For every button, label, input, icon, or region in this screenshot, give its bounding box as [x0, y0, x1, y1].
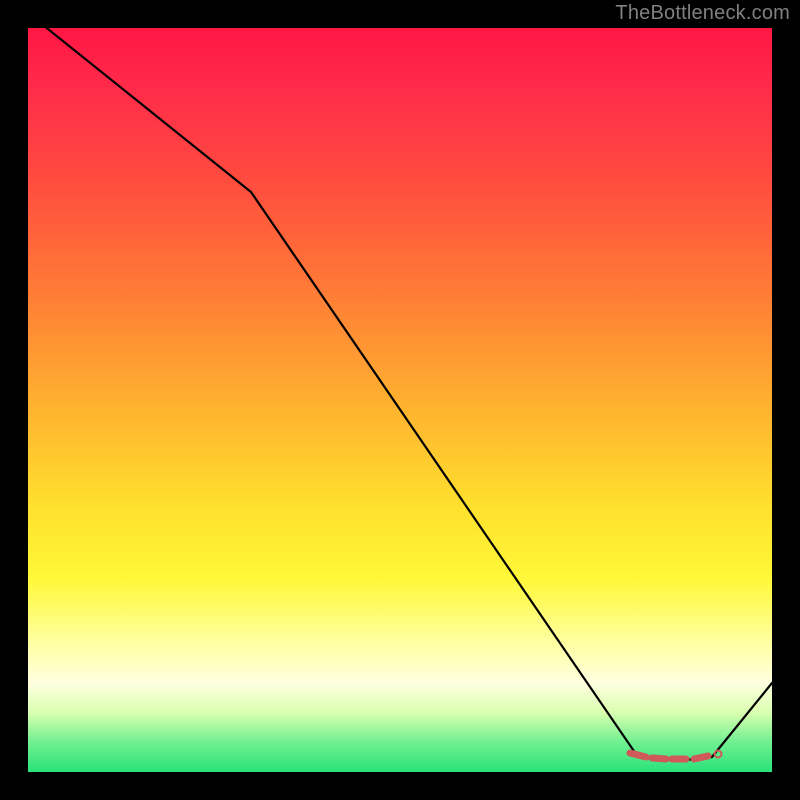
chart-overlay — [28, 28, 772, 772]
plot-area — [28, 28, 772, 772]
chart-frame: TheBottleneck.com — [0, 0, 800, 800]
series-curve — [28, 28, 772, 760]
highlighted-segment — [630, 753, 719, 759]
attribution-label: TheBottleneck.com — [615, 2, 790, 25]
